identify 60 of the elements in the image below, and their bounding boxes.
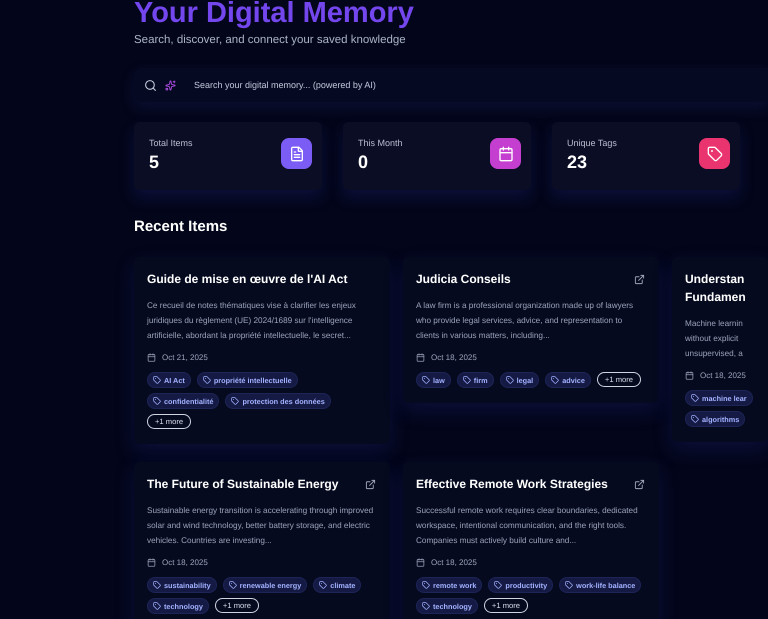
tag-icon [462,376,471,384]
card-title: Guide de mise en œuvre de l'AI Act [147,271,348,288]
card-title: The Future of Sustainable Energy [147,476,338,493]
card-date: Oct 18, 2025 [700,371,746,380]
tag-icon [153,581,161,589]
calendar-icon [147,353,156,362]
stat-value: 23 [567,152,588,173]
calendar-icon [685,371,694,380]
tag-icon [153,397,161,405]
calendar-icon [416,558,425,567]
page-title: Your Digital Memory [134,0,415,30]
tag-icon [494,581,502,589]
calendar-icon [498,146,514,162]
tag-icon [231,397,240,405]
tag-icon [228,581,237,589]
tag-icon [319,581,328,589]
page-subtitle: Search, discover, and connect your saved knowledge [134,34,407,46]
item-card[interactable] [403,257,659,403]
stat-value: 0 [358,152,370,173]
external-link-icon[interactable] [634,479,645,490]
card-title: Judicia Conseils [416,271,511,288]
item-card[interactable] [134,257,390,444]
item-card[interactable] [134,462,390,619]
tag-icon [153,376,161,384]
stat-label: Total Items [149,138,193,148]
calendar-icon [416,353,425,362]
tag-icon [202,376,211,384]
tag-icon [691,394,699,402]
search-icon [144,78,157,92]
item-card[interactable] [403,462,659,619]
tag-icon [506,376,514,384]
external-link-icon[interactable] [365,479,376,490]
tag-icon [691,415,699,423]
tag-icon [422,581,430,589]
card-date: Oct 21, 2025 [162,353,208,362]
sparkle-icon [165,80,176,90]
external-link-icon[interactable] [634,274,645,285]
card-date: Oct 18, 2025 [162,558,208,567]
document-icon [288,146,304,162]
stat-value: 5 [149,152,160,173]
tag-icon [422,376,430,384]
card-title: Effective Remote Work Strategies [416,476,608,493]
card-description: Sustainable energy transition is accelerating through improved solar and wind technology, better battery storage, and electric vehicles. Countries are investing... [147,505,374,547]
tag-icon [153,602,161,610]
card-date: Oct 18, 2025 [431,558,477,567]
card-description: Ce recueil de notes thématiques vise à clarifier les enjeux juridiques du règlement (UE) 2024/1689 sur l'intelligence artificielle, abordant la propriété intellectuelle, le secret... [147,300,357,342]
card-description: Machine learnin without explicit unsupervised, a [685,318,744,360]
tag-icon [706,146,722,162]
tag-icon [422,602,430,610]
card-date: Oct 18, 2025 [431,353,477,362]
calendar-icon [147,558,156,567]
card-description: Successful remote work requires clear boundaries, dedicated workspace, intentional communication, and the right tools. Companies must actively build culture and... [416,505,639,547]
stat-label: Unique Tags [567,138,617,148]
stat-label: This Month [358,138,403,148]
search-field[interactable]: Search your digital memory... (powered by AI) [134,68,768,102]
tag-icon [565,581,574,589]
card-title: Understan Fundamen [685,271,746,306]
tag-icon [551,376,560,384]
card-description: A law firm is a professional organization made up of lawyers who provide legal services, advice, and representation to clients in various matters, including... [416,300,634,342]
section-heading: Recent Items [134,218,228,235]
